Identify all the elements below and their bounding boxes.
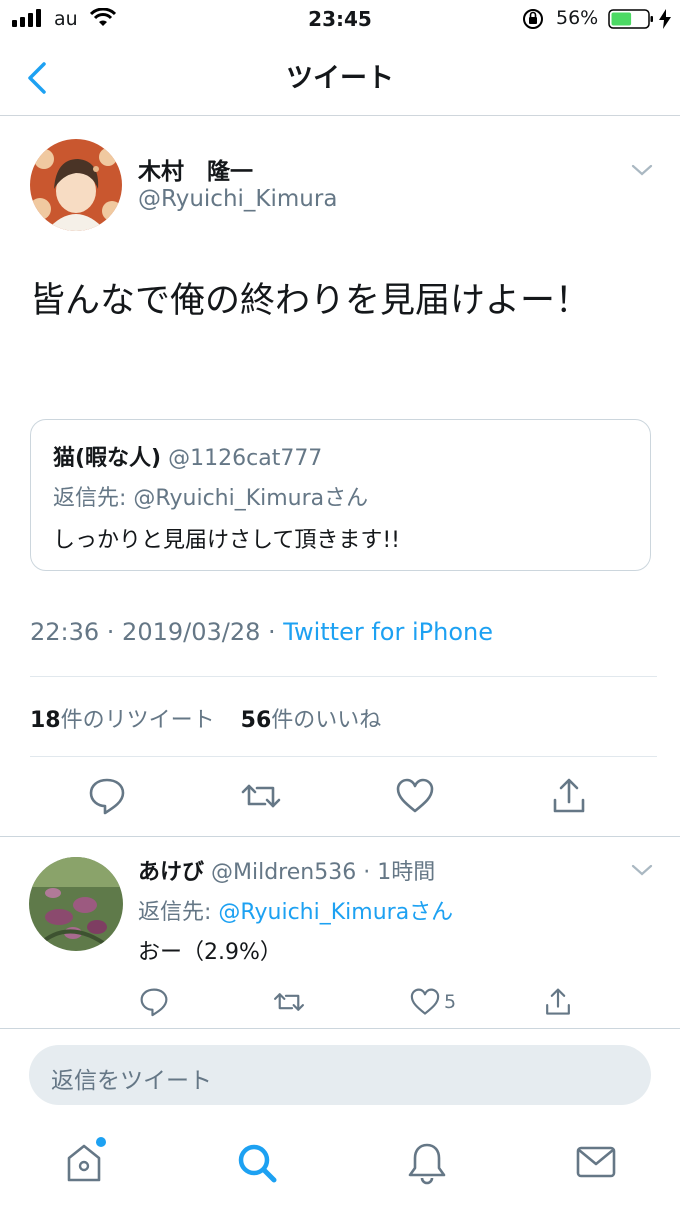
charging-icon	[659, 9, 671, 34]
tweet-stats: 18件のリツイート 56件のいいね	[30, 702, 381, 734]
reply-retweet-button[interactable]	[272, 985, 306, 1019]
tab-messages[interactable]	[574, 1142, 620, 1184]
like-count: 56	[240, 708, 272, 733]
quoted-author-name: 猫(暇な人)	[53, 446, 162, 471]
orientation-lock-icon	[522, 8, 544, 35]
divider	[30, 676, 657, 677]
share-icon	[553, 778, 585, 813]
reply-reply-button[interactable]	[137, 985, 171, 1019]
page-title: ツイート	[286, 63, 394, 94]
reply-author-name: あけび	[138, 860, 205, 885]
reply-text: おー（2.9%）	[138, 940, 282, 965]
reply-button[interactable]	[85, 774, 129, 818]
retweet-label: 件のリツイート	[60, 708, 215, 733]
heart-icon	[410, 988, 440, 1015]
author-avatar[interactable]	[30, 139, 122, 231]
like-button[interactable]	[393, 774, 437, 818]
reply-author-handle: @Mildren536	[211, 860, 357, 885]
divider	[0, 836, 680, 837]
reply-share-button[interactable]	[541, 985, 575, 1019]
tweet-menu-button[interactable]	[626, 158, 658, 182]
reply-to-handle-link[interactable]: @Ryuichi_Kimuraさん	[218, 900, 453, 925]
retweet-icon	[241, 784, 281, 808]
retweet-icon	[274, 993, 304, 1011]
retweet-button[interactable]	[239, 774, 283, 818]
search-icon	[238, 1144, 277, 1183]
quoted-text: しっかりと見届けさして頂きます!!	[53, 528, 400, 553]
retweet-count: 18	[30, 708, 61, 733]
like-label: 件のいいね	[271, 708, 382, 733]
tab-notifications[interactable]	[404, 1140, 450, 1186]
share-icon	[546, 988, 570, 1015]
chevron-down-icon	[631, 164, 653, 176]
share-button[interactable]	[547, 774, 591, 818]
quoted-tweet[interactable]: 猫(暇な人) @1126cat777 返信先: @Ryuichi_Kimuraさ…	[30, 419, 651, 571]
reply-compose-placeholder: 返信をツイート	[51, 1068, 212, 1094]
notifications-icon	[408, 1143, 446, 1185]
reply-author-avatar[interactable]	[29, 857, 123, 951]
reply-icon	[140, 988, 168, 1017]
status-bar: au 23:45 56%	[0, 0, 680, 38]
reply-time: · 1時間	[363, 860, 436, 885]
author-name: 木村 隆一	[138, 159, 253, 185]
reply-to-prefix: 返信先:	[138, 900, 212, 925]
tweet-text: 皆んなで俺の終わりを見届けよー！	[30, 281, 591, 321]
tab-home[interactable]	[63, 1136, 109, 1186]
quoted-reply-to: 返信先: @Ryuichi_Kimuraさん	[53, 486, 369, 511]
divider	[0, 1028, 680, 1029]
tab-search[interactable]	[234, 1140, 280, 1186]
battery-percent: 56%	[556, 7, 599, 29]
home-icon	[67, 1137, 106, 1182]
quoted-author-handle: @1126cat777	[168, 446, 323, 471]
navigation-bar: ツイート	[0, 38, 680, 116]
reply-like-button[interactable]: 5	[408, 985, 456, 1019]
reply-menu-button[interactable]	[626, 858, 658, 882]
retweets-stat[interactable]: 18件のリツイート	[30, 708, 215, 733]
messages-icon	[576, 1146, 616, 1178]
tab-bar	[0, 1118, 680, 1209]
battery-icon	[608, 9, 654, 34]
reply-icon	[89, 778, 125, 815]
author-handle: @Ryuichi_Kimura	[138, 186, 338, 212]
likes-stat[interactable]: 56件のいいね	[241, 708, 382, 733]
divider	[30, 756, 657, 757]
tweet-timestamp: 22:36 · 2019/03/28 ·	[30, 618, 276, 646]
heart-icon	[396, 778, 434, 813]
reply-compose-input[interactable]: 返信をツイート	[29, 1045, 651, 1105]
reply-like-count: 5	[444, 991, 457, 1013]
tweet-source-link[interactable]: Twitter for iPhone	[283, 618, 493, 646]
chevron-down-icon	[631, 864, 653, 876]
